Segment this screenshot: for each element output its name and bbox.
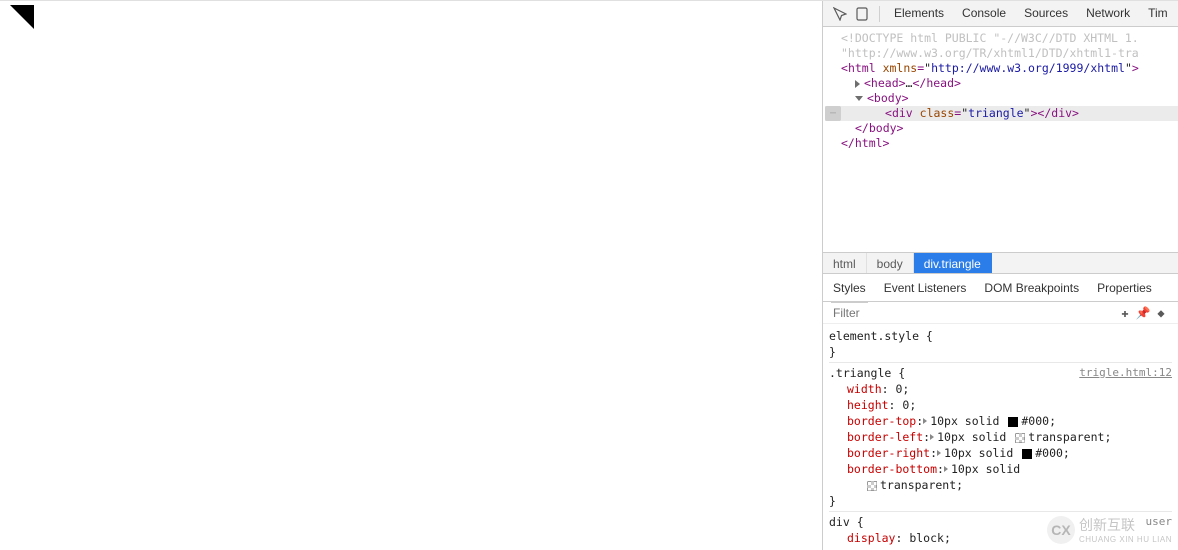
dom-doctype[interactable]: <!DOCTYPE html PUBLIC "-//W3C//DTD XHTML…	[825, 31, 1178, 46]
watermark: CX 创新互联 CHUANG XIN HU LIAN	[1047, 515, 1172, 544]
color-swatch-icon[interactable]	[1022, 449, 1032, 459]
styles-pane-tabs: Styles Event Listeners DOM Breakpoints P…	[823, 274, 1178, 302]
tab-sources[interactable]: Sources	[1022, 0, 1070, 28]
pin-icon[interactable]: 📌	[1134, 306, 1152, 320]
breadcrumb-div-triangle[interactable]: div.triangle	[914, 253, 992, 273]
devtools-toolbar: Elements Console Sources Network Tim	[823, 1, 1178, 27]
watermark-logo-icon: CX	[1047, 516, 1075, 544]
breadcrumb-body[interactable]: body	[867, 253, 914, 273]
color-swatch-icon[interactable]	[1008, 417, 1018, 427]
subtab-properties[interactable]: Properties	[1095, 274, 1154, 302]
page-triangle	[10, 5, 34, 29]
breadcrumb-html[interactable]: html	[823, 253, 867, 273]
collapse-arrow-icon[interactable]	[855, 96, 863, 101]
app-root: Elements Console Sources Network Tim <!D…	[0, 0, 1178, 550]
dom-html-close[interactable]: </html>	[825, 136, 1178, 151]
tab-elements[interactable]: Elements	[892, 0, 946, 28]
dom-div-triangle[interactable]: <div class="triangle"></div>	[825, 106, 1178, 121]
watermark-sub: CHUANG XIN HU LIAN	[1079, 535, 1172, 544]
tab-console[interactable]: Console	[960, 0, 1008, 28]
devtools-panel: Elements Console Sources Network Tim <!D…	[823, 1, 1178, 550]
toolbar-separator	[879, 6, 880, 22]
rule-triangle[interactable]: trigle.html:12 .triangle { width: 0; hei…	[829, 365, 1172, 512]
tab-network[interactable]: Network	[1084, 0, 1132, 28]
styles-filter-row: ✚ 📌 ◆	[823, 302, 1178, 324]
inspect-element-icon[interactable]	[829, 3, 851, 25]
watermark-label: 创新互联	[1079, 515, 1172, 535]
color-swatch-icon[interactable]	[1015, 433, 1025, 443]
breadcrumb: html body div.triangle	[823, 252, 1178, 274]
elements-tree[interactable]: <!DOCTYPE html PUBLIC "-//W3C//DTD XHTML…	[823, 27, 1178, 252]
devtools-tabs: Elements Console Sources Network Tim	[892, 0, 1170, 28]
expand-shorthand-icon[interactable]	[944, 466, 948, 472]
new-style-rule-icon[interactable]: ✚	[1116, 306, 1134, 320]
color-swatch-icon[interactable]	[867, 481, 877, 491]
subtab-event-listeners[interactable]: Event Listeners	[882, 274, 969, 302]
tab-timeline[interactable]: Tim	[1146, 0, 1170, 28]
rendered-page	[0, 1, 823, 550]
device-mode-icon[interactable]	[851, 3, 873, 25]
styles-filter-input[interactable]	[831, 305, 1116, 321]
dom-html-open[interactable]: <html xmlns="http://www.w3.org/1999/xhtm…	[825, 61, 1178, 76]
expand-shorthand-icon[interactable]	[930, 434, 934, 440]
dom-head[interactable]: <head>…</head>	[825, 76, 1178, 91]
expand-shorthand-icon[interactable]	[937, 450, 941, 456]
dom-body-open[interactable]: <body>	[825, 91, 1178, 106]
subtab-dom-breakpoints[interactable]: DOM Breakpoints	[982, 274, 1081, 302]
rule-element-style[interactable]: element.style { }	[829, 328, 1172, 363]
expand-shorthand-icon[interactable]	[923, 418, 927, 424]
rule-source-link[interactable]: trigle.html:12	[1079, 365, 1172, 381]
expand-arrow-icon[interactable]	[855, 80, 860, 88]
hov-icon[interactable]: ◆	[1152, 306, 1170, 320]
dom-doctype-url[interactable]: "http://www.w3.org/TR/xhtml1/DTD/xhtml1-…	[825, 46, 1178, 61]
dom-body-close[interactable]: </body>	[825, 121, 1178, 136]
subtab-styles[interactable]: Styles	[831, 274, 868, 302]
